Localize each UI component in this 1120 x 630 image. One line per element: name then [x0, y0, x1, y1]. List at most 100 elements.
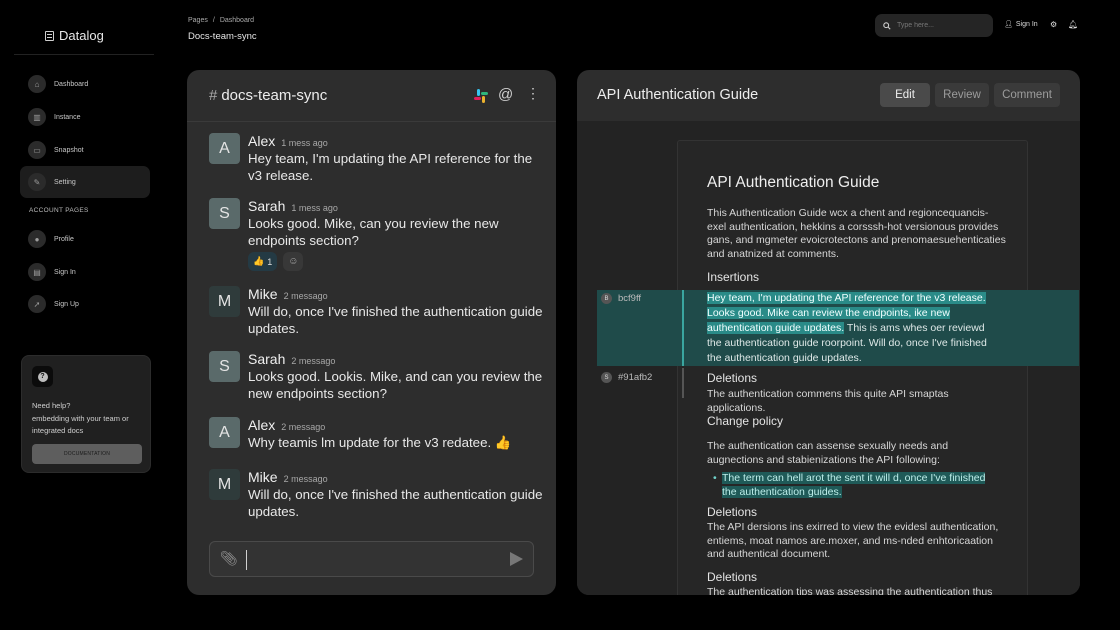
message-text: Why teamis lm update for the v3 redatee.…: [248, 435, 512, 450]
deletions-paragraph: The API dersions ins exirred to view the…: [707, 521, 999, 560]
sidebar-item-dashboard[interactable]: ⌂ Dashboard: [20, 68, 150, 100]
sidebar-item-instance[interactable]: ▥ Instance: [20, 101, 150, 133]
comment-button[interactable]: Comment: [994, 83, 1060, 107]
send-icon[interactable]: [510, 552, 523, 566]
revision-marker[interactable]: B bcf9ff: [601, 293, 641, 304]
revision-avatar: S: [601, 372, 612, 383]
brand-logo[interactable]: Datalog: [45, 28, 104, 43]
message-input[interactable]: [246, 550, 496, 570]
chat-panel: # docs-team-sync @ ⋮ A Alex 1 mess ago He…: [187, 70, 556, 595]
thumbs-up-icon: 👍: [253, 256, 265, 266]
brand-name: Datalog: [59, 28, 104, 43]
user-icon: 👤︎: [1004, 21, 1013, 28]
intro-paragraph: This Authentication Guide wcx a chent an…: [707, 207, 1006, 260]
message-time: 2 messago: [281, 422, 326, 432]
message-author[interactable]: Alex: [248, 133, 275, 149]
sidebar-item-label: Sign In: [54, 268, 76, 276]
page-title: Docs-team-sync: [188, 31, 257, 42]
sidebar-item-setting[interactable]: ✎ Setting: [20, 166, 150, 198]
message-author[interactable]: Sarah: [248, 351, 285, 367]
message-author[interactable]: Alex: [248, 417, 275, 433]
message-author[interactable]: Sarah: [248, 198, 285, 214]
message-text: Hey team, I'm updating the API reference…: [248, 151, 533, 183]
section-heading-change-policy: Change policy: [707, 414, 784, 428]
bullet-text: The term can hell arot the sent it will …: [722, 472, 986, 498]
inserted-text[interactable]: Hey team, I'm updating the API reference…: [707, 291, 992, 366]
review-button[interactable]: Review: [935, 83, 989, 107]
search-input[interactable]: [897, 22, 987, 29]
reaction-thumbs-up[interactable]: 👍 1: [248, 252, 278, 271]
document-header: API Authentication Guide Edit Review Com…: [577, 70, 1080, 121]
message-text: Will do, once I've finished the authenti…: [248, 304, 543, 336]
sidebar-item-label: Sign Up: [54, 300, 79, 308]
page-heading: API Authentication Guide: [707, 174, 880, 191]
sidebar-item-label: Setting: [54, 178, 76, 186]
message-author[interactable]: Mike: [248, 286, 278, 302]
brand-icon: [45, 30, 54, 41]
hash-icon: #: [209, 87, 218, 104]
breadcrumb: Pages / Dashboard: [188, 17, 254, 24]
breadcrumb-separator: /: [212, 17, 215, 24]
section-heading-deletions: Deletions: [707, 505, 758, 519]
divider: [14, 54, 154, 55]
reactions: 👍 1 ☺: [248, 252, 304, 271]
document-page: API Authentication Guide This Authentica…: [677, 140, 1028, 595]
sidebar-item-label: Dashboard: [54, 80, 89, 88]
sidebar-item-snapshot[interactable]: ▭ Snapshot: [20, 134, 150, 166]
add-reaction-button[interactable]: ☺: [283, 252, 304, 271]
breadcrumb-dashboard[interactable]: Dashboard: [220, 17, 254, 24]
reaction-count: 1: [267, 256, 273, 267]
snapshot-icon: ▭: [28, 141, 46, 159]
message-time: 2 messago: [283, 291, 328, 301]
document-title: API Authentication Guide: [597, 87, 759, 103]
revision-marker[interactable]: S #91afb2: [601, 372, 652, 383]
section-heading-deletions: Deletions: [707, 371, 758, 385]
search-box[interactable]: [875, 14, 993, 37]
documentation-button[interactable]: DOCUMENTATION: [32, 444, 142, 464]
section-heading-deletions: Deletions: [707, 570, 758, 584]
document-icon: ▤: [28, 263, 46, 281]
avatar[interactable]: S: [209, 351, 240, 382]
sidebar-item-label: Instance: [54, 113, 81, 121]
sidebar-item-label: Profile: [54, 235, 74, 243]
channel-name: docs-team-sync: [221, 87, 328, 104]
deletions-paragraph: The authentication commens this quite AP…: [707, 388, 949, 414]
breadcrumb-pages[interactable]: Pages: [188, 17, 208, 24]
sidebar-item-sign-in[interactable]: ▤ Sign In: [20, 256, 150, 288]
message-time: 1 mess ago: [291, 203, 338, 213]
avatar[interactable]: A: [209, 133, 240, 164]
edit-button[interactable]: Edit: [880, 83, 930, 107]
message-author[interactable]: Mike: [248, 469, 278, 485]
avatar[interactable]: A: [209, 417, 240, 448]
deletions-paragraph: The authentication tips was assessing th…: [707, 586, 993, 595]
slack-icon[interactable]: [474, 89, 488, 103]
chart-icon: ▥: [28, 108, 46, 126]
gear-icon[interactable]: ⚙: [1050, 20, 1057, 29]
sidebar: Datalog ⌂ Dashboard ▥ Instance ▭ Snapsho…: [0, 0, 168, 630]
message-time: 2 messago: [291, 356, 336, 366]
list-item: The term can hell arot the sent it will …: [713, 471, 1002, 499]
avatar[interactable]: M: [209, 469, 240, 500]
add-emoji-icon: ☺: [288, 256, 299, 267]
section-heading: ACCOUNT PAGES: [29, 207, 89, 214]
message-time: 1 mess ago: [281, 138, 328, 148]
revision-bar: [682, 290, 684, 366]
revision-bar: [682, 368, 684, 398]
message-time: 2 messago: [283, 474, 328, 484]
mention-icon[interactable]: @: [498, 86, 513, 103]
message-text: Looks good. Mike, can you review the new…: [248, 216, 499, 248]
avatar[interactable]: S: [209, 198, 240, 229]
sidebar-item-profile[interactable]: ● Profile: [20, 223, 150, 255]
sidebar-item-sign-up[interactable]: ➚ Sign Up: [20, 288, 150, 320]
more-options-icon[interactable]: ⋮: [526, 86, 540, 100]
sign-in-link[interactable]: 👤︎ Sign In: [1004, 20, 1038, 29]
avatar[interactable]: M: [209, 286, 240, 317]
rocket-icon: ➚: [28, 295, 46, 313]
paperclip-icon[interactable]: 📎︎: [220, 550, 238, 567]
search-icon: [883, 21, 891, 30]
sign-in-label: Sign In: [1015, 20, 1038, 28]
bell-icon[interactable]: 🔔︎: [1068, 20, 1078, 29]
chat-header: # docs-team-sync @ ⋮: [187, 70, 556, 122]
home-icon: ⌂: [28, 75, 46, 93]
document-panel: API Authentication Guide Edit Review Com…: [577, 70, 1080, 595]
